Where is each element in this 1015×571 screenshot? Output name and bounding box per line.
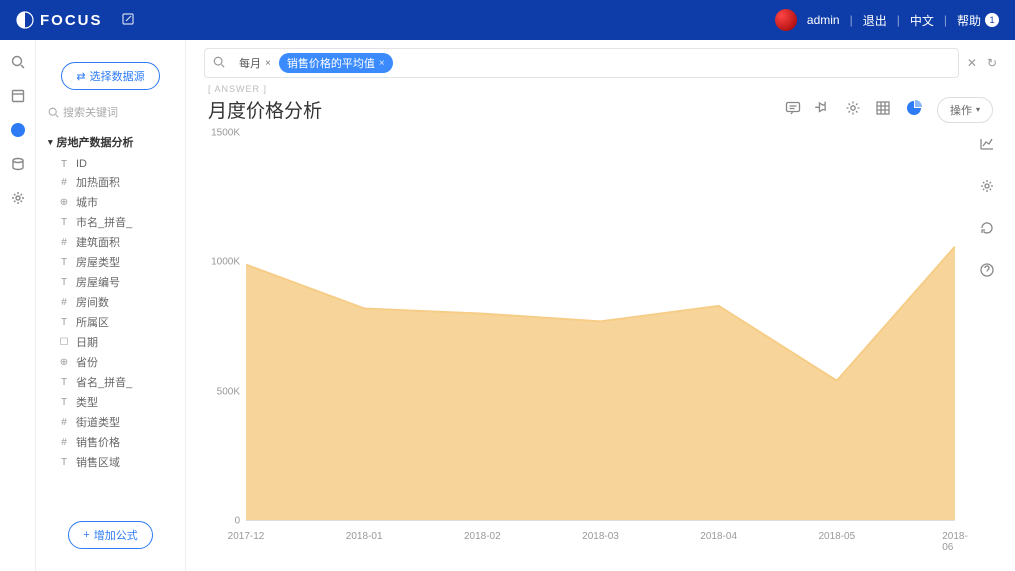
trend-tool-icon[interactable] — [973, 130, 1001, 158]
field-item[interactable]: T类型 — [48, 392, 185, 412]
tree-root[interactable]: 房地产数据分析 — [48, 134, 185, 150]
x-tick: 2018-03 — [582, 531, 619, 542]
database-icon[interactable] — [10, 156, 26, 172]
brand-logo: FOCUS — [16, 11, 103, 29]
y-tick: 500K — [217, 386, 240, 397]
chip-remove-icon[interactable]: × — [379, 58, 385, 69]
x-tick: 2018-04 — [700, 531, 737, 542]
chart-plot[interactable] — [246, 133, 955, 521]
nav-active-icon[interactable] — [10, 122, 26, 138]
dashboard-icon[interactable] — [10, 88, 26, 104]
user-name[interactable]: admin — [807, 13, 840, 27]
chart-side-tools — [973, 130, 1001, 284]
field-item[interactable]: T所属区 — [48, 312, 185, 332]
avatar[interactable] — [775, 9, 797, 31]
add-formula-button[interactable]: +增加公式 — [68, 521, 152, 549]
field-item[interactable]: #建筑面积 — [48, 232, 185, 252]
reload-tool-icon[interactable] — [973, 214, 1001, 242]
config-tool-icon[interactable] — [973, 172, 1001, 200]
lang-link[interactable]: 中文 — [910, 12, 934, 29]
chart-type-icon[interactable] — [905, 99, 923, 120]
operations-button[interactable]: 操作▾ — [937, 97, 993, 123]
field-item[interactable]: T省名_拼音_ — [48, 372, 185, 392]
help-tool-icon[interactable] — [973, 256, 1001, 284]
field-item[interactable]: #街道类型 — [48, 412, 185, 432]
brand-text: FOCUS — [40, 12, 103, 29]
x-tick: 2018-06 — [942, 531, 968, 553]
x-tick: 2018-01 — [346, 531, 383, 542]
refresh-icon[interactable]: ↻ — [987, 56, 997, 70]
query-bar: 每月×销售价格的平均值× ✕ ↻ — [186, 40, 1015, 78]
settings-icon[interactable] — [10, 190, 26, 206]
comment-icon[interactable] — [785, 100, 801, 119]
field-item[interactable]: #加热面积 — [48, 172, 185, 192]
query-input[interactable]: 每月×销售价格的平均值× — [204, 48, 959, 78]
select-source-button[interactable]: ⇄选择数据源 — [61, 62, 159, 90]
query-chip[interactable]: 每月× — [231, 53, 279, 73]
field-item[interactable]: T房屋编号 — [48, 272, 185, 292]
x-tick: 2018-02 — [464, 531, 501, 542]
search-icon[interactable] — [10, 54, 26, 70]
field-tree: 房地产数据分析 TID#加热面积⊕城市T市名_拼音_#建筑面积T房屋类型T房屋编… — [36, 124, 185, 521]
answer-label: [ ANSWER ] — [208, 84, 993, 94]
y-tick: 0 — [234, 516, 240, 527]
main-area: 每月×销售价格的平均值× ✕ ↻ [ ANSWER ] 月度价格分析 操作▾ — [186, 40, 1015, 571]
field-item[interactable]: TID — [48, 156, 185, 172]
header-right: admin | 退出 | 中文 | 帮助 1 — [775, 9, 999, 31]
answer-section: [ ANSWER ] 月度价格分析 操作▾ — [186, 78, 1015, 123]
x-tick: 2017-12 — [228, 531, 265, 542]
field-item[interactable]: ☐日期 — [48, 332, 185, 352]
page-title: 月度价格分析 — [208, 96, 322, 123]
help-link[interactable]: 帮助 1 — [957, 12, 999, 29]
y-tick: 1000K — [211, 257, 240, 268]
nav-rail — [0, 40, 36, 571]
y-axis: 0500K1000K1500K — [196, 133, 246, 521]
search-icon — [213, 56, 225, 71]
table-icon[interactable] — [875, 100, 891, 119]
field-item[interactable]: T市名_拼音_ — [48, 212, 185, 232]
field-item[interactable]: ⊕省份 — [48, 352, 185, 372]
pin-icon[interactable] — [815, 100, 831, 119]
field-item[interactable]: ⊕城市 — [48, 192, 185, 212]
logout-link[interactable]: 退出 — [863, 12, 887, 29]
field-item[interactable]: T销售区域 — [48, 452, 185, 472]
gear-icon[interactable] — [845, 100, 861, 119]
edit-icon[interactable] — [121, 12, 135, 29]
clear-icon[interactable]: ✕ — [967, 56, 977, 70]
chip-remove-icon[interactable]: × — [265, 58, 271, 69]
field-item[interactable]: #销售价格 — [48, 432, 185, 452]
help-count: 1 — [985, 13, 999, 27]
field-panel: ⇄选择数据源 搜索关键词 房地产数据分析 TID#加热面积⊕城市T市名_拼音_#… — [36, 40, 186, 571]
field-item[interactable]: #房间数 — [48, 292, 185, 312]
query-chip[interactable]: 销售价格的平均值× — [279, 53, 393, 73]
field-item[interactable]: T房屋类型 — [48, 252, 185, 272]
logo-icon — [16, 11, 34, 29]
y-tick: 1500K — [211, 128, 240, 139]
x-tick: 2018-05 — [818, 531, 855, 542]
app-header: FOCUS admin | 退出 | 中文 | 帮助 1 — [0, 0, 1015, 40]
x-axis: 2017-122018-012018-022018-032018-042018-… — [246, 531, 955, 551]
search-input[interactable]: 搜索关键词 — [36, 100, 185, 124]
chart-container: 0 500K 1000K 1500K 2017-12 2018-01 2018-02 201… — [186, 123, 1015, 571]
